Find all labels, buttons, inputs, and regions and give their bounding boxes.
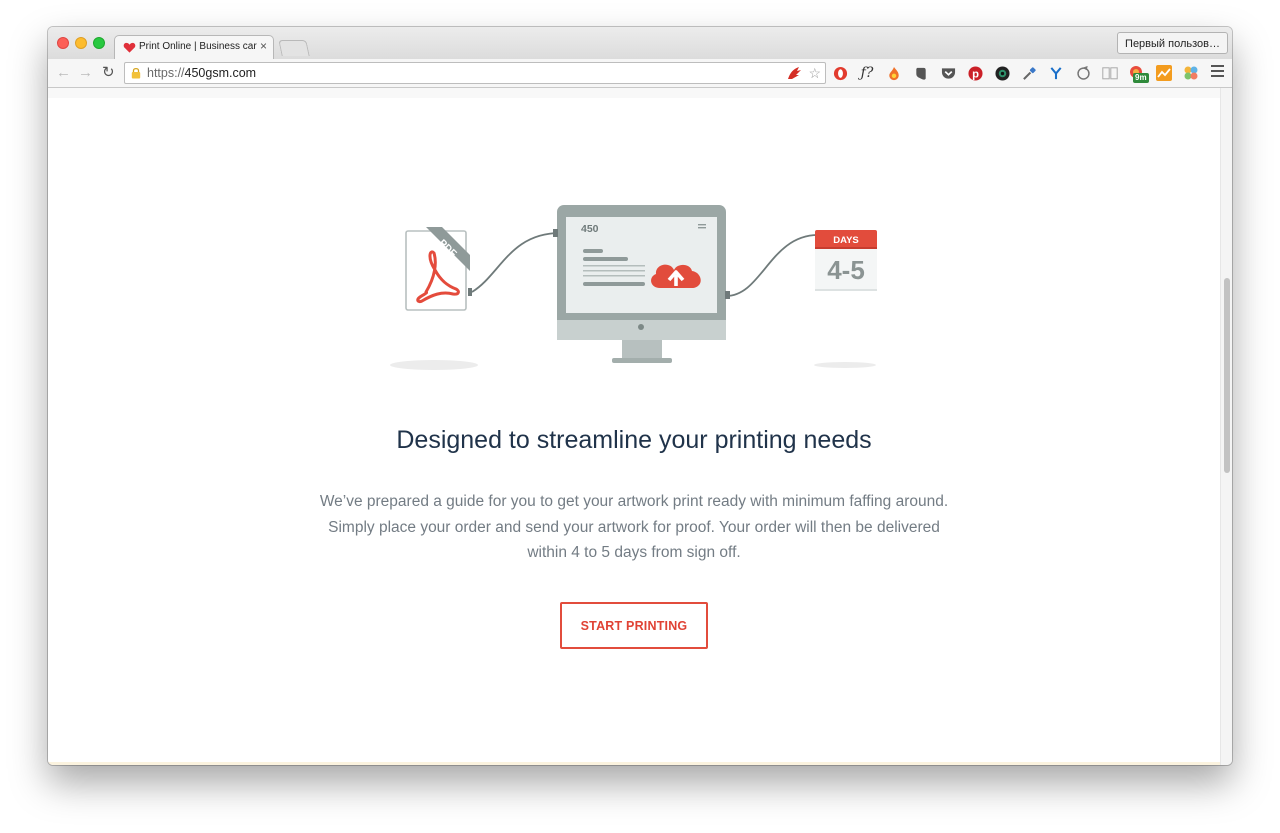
- start-printing-button[interactable]: START PRINTING: [560, 602, 708, 649]
- lock-icon: [131, 67, 141, 79]
- pdf-shadow: [390, 360, 478, 370]
- url-domain: 450gsm.com: [184, 66, 257, 80]
- toolbar: ← → ↻ https://450gsm.com ☆ ƒ? p 9m: [48, 59, 1232, 88]
- pocket-icon[interactable]: [938, 63, 958, 83]
- monitor-brand-text: 450: [581, 223, 599, 235]
- scrollbar-thumb[interactable]: [1224, 278, 1230, 473]
- zoom-window-button[interactable]: [93, 37, 105, 49]
- extension-dragon-icon[interactable]: [786, 66, 802, 80]
- workflow-illustration: PDF 450 DAYS 4-5: [390, 205, 877, 370]
- calendar-range-text: 4-5: [827, 255, 865, 285]
- address-bar[interactable]: https://450gsm.com ☆: [124, 62, 826, 84]
- description-line-2: Simply place your order and send your ar…: [328, 518, 940, 536]
- chart-icon[interactable]: [1154, 63, 1174, 83]
- page-content: PDF 450 DAYS 4-5 Designed to streamline …: [48, 88, 1220, 765]
- description-line-1: We’ve prepared a guide for you to get yo…: [319, 493, 949, 510]
- yandex-icon[interactable]: [1046, 63, 1066, 83]
- opera-icon[interactable]: [830, 63, 850, 83]
- forward-arrow-icon[interactable]: →: [78, 63, 93, 83]
- hamburger-menu-icon[interactable]: [1211, 65, 1224, 77]
- vertical-scrollbar[interactable]: [1220, 88, 1232, 765]
- new-tab-button[interactable]: [278, 40, 310, 56]
- camera-icon[interactable]: [992, 63, 1012, 83]
- puzzle-icon[interactable]: [1181, 63, 1201, 83]
- reader-icon[interactable]: [1100, 63, 1120, 83]
- heart-favicon-icon: [123, 42, 136, 53]
- calendar-cable: [725, 234, 819, 297]
- page-headline: Designed to streamline your printing nee…: [396, 426, 872, 454]
- omnibox-icons: ☆: [786, 65, 821, 82]
- bookmark-star-icon[interactable]: ☆: [808, 65, 821, 81]
- eyedropper-icon[interactable]: [1019, 63, 1039, 83]
- tab-title: Print Online | Business card: [139, 41, 257, 52]
- pdf-document-icon: PDF: [405, 227, 472, 311]
- extensions-bar: ƒ? p 9m: [830, 62, 1208, 84]
- calendar-icon: DAYS 4-5: [815, 230, 877, 291]
- evernote-icon[interactable]: [911, 63, 931, 83]
- profile-button[interactable]: Первый пользов…: [1117, 32, 1228, 54]
- monitor-icon: 450: [553, 205, 730, 363]
- browser-window: Print Online | Business card × Первый по…: [48, 27, 1232, 765]
- page-bottom-strip: [48, 762, 1220, 765]
- tab-close-icon[interactable]: ×: [260, 39, 267, 53]
- pinterest-icon[interactable]: p: [965, 63, 985, 83]
- url-text: https://450gsm.com: [147, 66, 256, 80]
- minimize-window-button[interactable]: [75, 37, 87, 49]
- page-top-strip: [48, 88, 1220, 98]
- fire-icon[interactable]: [884, 63, 904, 83]
- reload-icon[interactable]: ↻: [102, 63, 115, 83]
- sync-icon[interactable]: [1073, 63, 1093, 83]
- back-arrow-icon[interactable]: ←: [56, 63, 71, 83]
- notification-badge: 9m: [1133, 73, 1149, 83]
- description-line-3: within 4 to 5 days from sign off.: [527, 544, 741, 561]
- page-description: We’ve prepared a guide for you to get yo…: [314, 489, 954, 566]
- browser-tab[interactable]: Print Online | Business card ×: [114, 35, 274, 59]
- calendar-header-text: DAYS: [833, 235, 859, 246]
- calendar-shadow: [814, 362, 876, 368]
- svg-text:p: p: [972, 68, 979, 80]
- formula-icon[interactable]: ƒ?: [857, 63, 877, 83]
- pdf-cable: [471, 232, 561, 293]
- close-window-button[interactable]: [57, 37, 69, 49]
- notification-icon[interactable]: 9m: [1127, 63, 1149, 83]
- title-bar: Print Online | Business card × Первый по…: [48, 27, 1232, 59]
- url-protocol: https://: [147, 66, 185, 80]
